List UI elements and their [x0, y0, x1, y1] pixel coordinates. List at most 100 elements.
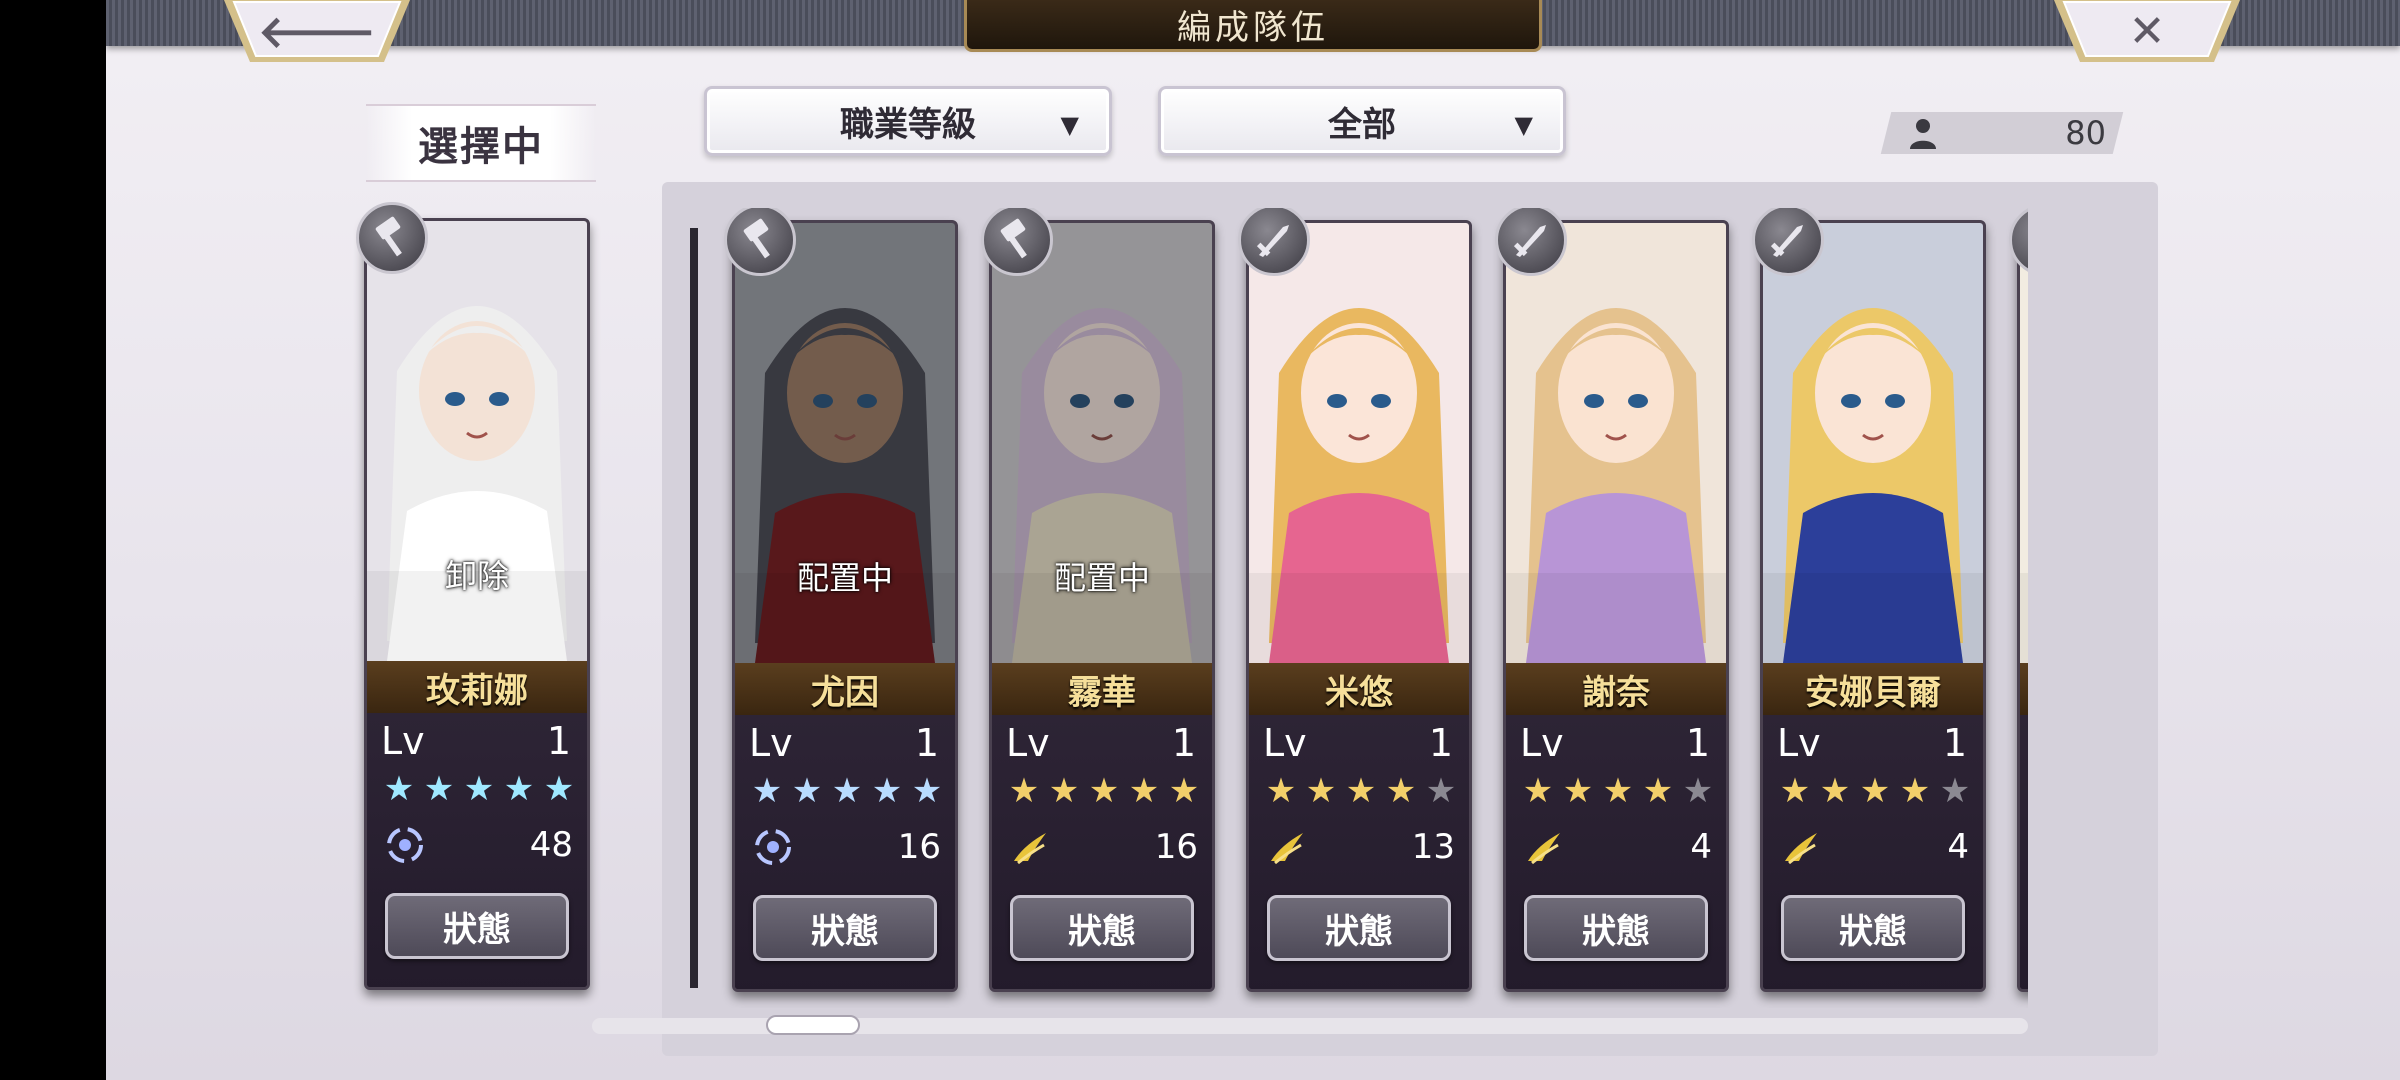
- character-name: 米悠: [1325, 672, 1393, 713]
- filter-all-dropdown[interactable]: 全部 ▼: [1158, 86, 1566, 156]
- stat-value: 16: [1154, 827, 1198, 867]
- level-label: Lv: [1263, 721, 1307, 765]
- status-button-label: 狀態: [1068, 911, 1136, 952]
- rarity-star-icon: ★: [1779, 771, 1811, 811]
- character-name-bar: 尤因: [735, 663, 955, 715]
- card-state-label: 配置中: [796, 559, 893, 597]
- character-stats: Lv 1 ★ ★ ★ ★ ★ 4 狀態: [1506, 715, 1726, 989]
- character-card[interactable]: 配置中 尤因 Lv 1 ★ ★ ★ ★ ★ 16 狀態: [724, 208, 958, 992]
- rarity-star-icon: ★: [1305, 771, 1337, 811]
- rarity-star-icon: ★: [1899, 771, 1931, 811]
- character-card[interactable]: 琪路Lv★★★★★狀: [2009, 208, 2028, 992]
- card-state-label: 卸除: [444, 557, 509, 595]
- rarity-star-icon: ★: [1642, 771, 1674, 811]
- card-frame: 卸除 玫莉娜 Lv 1 ★ ★ ★ ★ ★ 48 狀態: [364, 218, 590, 990]
- rarity-star-icon: ★: [423, 769, 455, 809]
- rarity-stars: ★ ★ ★ ★ ★: [1263, 773, 1459, 809]
- rarity-star-icon: ★: [1859, 771, 1891, 811]
- character-stats: Lv 1 ★ ★ ★ ★ ★ 13 狀態: [1249, 715, 1469, 989]
- rarity-stars: ★ ★ ★ ★ ★: [381, 771, 577, 807]
- rarity-star-icon: ★: [1385, 771, 1417, 811]
- character-name-bar: 玫莉娜: [367, 661, 587, 713]
- status-button[interactable]: 狀態: [1267, 895, 1451, 961]
- stat-value: 4: [1690, 827, 1712, 867]
- level-label: Lv: [381, 719, 425, 763]
- card-frame: 配置中 霧華 Lv 1 ★ ★ ★ ★ ★ 16 狀態: [989, 220, 1215, 992]
- status-button[interactable]: 狀態: [753, 895, 937, 961]
- character-card[interactable]: 謝奈 Lv 1 ★ ★ ★ ★ ★ 4 狀態: [1495, 208, 1729, 992]
- card-frame: 琪路Lv★★★★★狀: [2017, 220, 2028, 992]
- rarity-star-icon: ★: [1048, 771, 1080, 811]
- character-card[interactable]: 安娜貝爾 Lv 1 ★ ★ ★ ★ ★ 4 狀態: [1752, 208, 1986, 992]
- status-button[interactable]: 狀態: [1010, 895, 1194, 961]
- selected-heading-text: 選擇中: [418, 123, 544, 170]
- back-button[interactable]: 🡐: [224, 0, 410, 62]
- card-frame: 安娜貝爾 Lv 1 ★ ★ ★ ★ ★ 4 狀態: [1760, 220, 1986, 992]
- level-value: 1: [1171, 721, 1196, 765]
- wind-element-icon: [1524, 827, 1564, 867]
- job-level-dropdown[interactable]: 職業等級 ▼: [704, 86, 1112, 156]
- character-stats: Lv★★★★★狀: [2020, 715, 2028, 989]
- rarity-star-icon: ★: [831, 771, 863, 811]
- selected-character-card[interactable]: 卸除 玫莉娜 Lv 1 ★ ★ ★ ★ ★ 48 狀態: [356, 202, 590, 990]
- rarity-star-icon: ★: [911, 771, 943, 811]
- status-button-label: 狀態: [1582, 911, 1650, 952]
- level-label: Lv: [1006, 721, 1050, 765]
- character-name: 安娜貝爾: [1805, 672, 1941, 713]
- roster-list[interactable]: 配置中 尤因 Lv 1 ★ ★ ★ ★ ★ 16 狀態 配置中 霧華 Lv 1 ★ ★ ★ ★ ★ 16 狀態 米悠 Lv 1 ★…: [592, 208, 2028, 1008]
- status-button-label: 狀態: [443, 909, 511, 950]
- stat-value: 4: [1947, 827, 1969, 867]
- character-card[interactable]: 配置中 霧華 Lv 1 ★ ★ ★ ★ ★ 16 狀態: [981, 208, 1215, 992]
- level-label: Lv: [749, 721, 793, 765]
- character-name: 謝奈: [1582, 672, 1650, 713]
- rarity-star-icon: ★: [1562, 771, 1594, 811]
- card-frame: 配置中 尤因 Lv 1 ★ ★ ★ ★ ★ 16 狀態: [732, 220, 958, 992]
- filter-all-dropdown-label: 全部: [1328, 104, 1396, 145]
- status-button[interactable]: 狀態: [385, 893, 569, 959]
- rarity-star-icon: ★: [383, 769, 415, 809]
- wind-element-icon: [1010, 827, 1050, 867]
- rarity-star-icon: ★: [751, 771, 783, 811]
- rarity-star-icon: ★: [1819, 771, 1851, 811]
- level-label: Lv: [1520, 721, 1564, 765]
- card-frame: 謝奈 Lv 1 ★ ★ ★ ★ ★ 4 狀態: [1503, 220, 1729, 992]
- chevron-down-icon: ▼: [1060, 111, 1079, 139]
- card-frame: 米悠 Lv 1 ★ ★ ★ ★ ★ 13 狀態: [1246, 220, 1472, 992]
- character-stats: Lv 1 ★ ★ ★ ★ ★ 16 狀態: [992, 715, 1212, 989]
- level-value: 1: [1942, 721, 1967, 765]
- character-name-bar: 琪路: [2020, 663, 2028, 715]
- roster-scrollbar-thumb[interactable]: [766, 1015, 861, 1035]
- level-value: 1: [914, 721, 939, 765]
- character-card[interactable]: 米悠 Lv 1 ★ ★ ★ ★ ★ 13 狀態: [1238, 208, 1472, 992]
- character-name: 霧華: [1068, 672, 1136, 713]
- screen-title: 編成隊伍: [964, 0, 1542, 52]
- level-label: Lv: [1777, 721, 1821, 765]
- status-button-label: 狀態: [1325, 911, 1393, 952]
- rarity-star-icon: ★: [543, 769, 575, 809]
- level-value: 1: [1428, 721, 1453, 765]
- water-element-icon: [753, 827, 793, 867]
- rarity-star-icon: ★: [1939, 771, 1971, 811]
- rarity-star-icon: ★: [1088, 771, 1120, 811]
- character-name-bar: 安娜貝爾: [1763, 663, 1983, 715]
- status-button[interactable]: 狀態: [1781, 895, 1965, 961]
- status-button[interactable]: 狀態: [1524, 895, 1708, 961]
- status-button-label: 狀態: [811, 911, 879, 952]
- rarity-stars: ★ ★ ★ ★ ★: [1520, 773, 1716, 809]
- card-state-label: [1763, 553, 1983, 599]
- wind-element-icon: [1267, 827, 1307, 867]
- character-name: 尤因: [811, 672, 879, 713]
- stat-value: 48: [529, 825, 573, 865]
- rarity-star-icon: ★: [1522, 771, 1554, 811]
- rarity-star-icon: ★: [1168, 771, 1200, 811]
- rarity-star-icon: ★: [1682, 771, 1714, 811]
- card-state-label: [1506, 553, 1726, 599]
- character-name-bar: 謝奈: [1506, 663, 1726, 715]
- selected-heading: 選擇中: [366, 104, 596, 182]
- wind-element-icon: [1781, 827, 1821, 867]
- rarity-star-icon: ★: [1602, 771, 1634, 811]
- character-name: 玫莉娜: [426, 670, 528, 711]
- close-button[interactable]: ✕: [2054, 0, 2240, 62]
- person-icon: [1910, 119, 1936, 149]
- rarity-star-icon: ★: [1128, 771, 1160, 811]
